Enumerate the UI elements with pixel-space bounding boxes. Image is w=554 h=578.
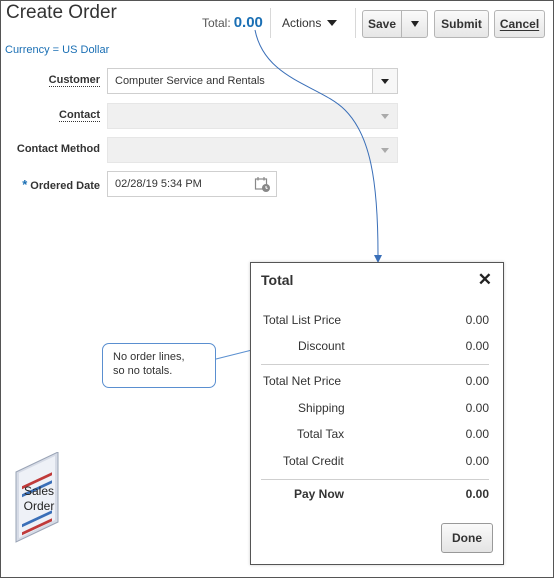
contact-method-dropdown-button[interactable]	[372, 138, 397, 162]
save-button[interactable]: Save	[362, 10, 402, 38]
sales-order-label: Sales Order	[18, 484, 60, 514]
contact-dropdown-button[interactable]	[372, 104, 397, 128]
total-list-price-row: Total List Price 0.00	[261, 313, 489, 329]
chevron-down-icon	[381, 78, 389, 84]
sales-order-label-line: Order	[23, 499, 55, 513]
ordered-date-value: 02/28/19 5:34 PM	[115, 178, 202, 190]
customer-value: Computer Service and Rentals	[115, 75, 265, 87]
contact-label: Contact	[5, 109, 100, 122]
chevron-down-icon	[410, 21, 419, 27]
divider	[261, 364, 489, 365]
customer-label: Customer	[5, 74, 100, 87]
total-label: Total:	[202, 16, 231, 30]
contact-label-text: Contact	[59, 109, 100, 122]
row-value: 0.00	[465, 427, 489, 441]
ordered-date-label-text: Ordered Date	[30, 180, 100, 192]
row-label: Discount	[298, 339, 345, 353]
dialog-title: Total	[261, 272, 294, 288]
row-label: Total List Price	[263, 313, 342, 327]
discount-row: Discount 0.00	[261, 339, 489, 355]
chevron-down-icon	[380, 147, 389, 153]
actions-label: Actions	[282, 16, 322, 30]
currency-info: Currency = US Dollar	[5, 44, 110, 56]
row-label: Shipping	[298, 401, 345, 415]
chevron-down-icon	[327, 20, 338, 26]
callout-line: No order lines,	[113, 351, 185, 363]
row-value: 0.00	[465, 487, 489, 501]
calendar-icon[interactable]	[254, 176, 271, 196]
header-divider	[270, 8, 271, 38]
customer-dropdown-button[interactable]	[372, 69, 397, 93]
header-divider	[355, 8, 356, 38]
required-marker: *	[22, 177, 28, 192]
cancel-button-label: Cancel	[499, 17, 540, 31]
contact-select[interactable]	[107, 103, 398, 129]
sales-order-label-line: Sales	[23, 484, 55, 498]
total-tax-row: Total Tax 0.00	[261, 427, 489, 443]
close-icon[interactable]: ✕	[478, 270, 492, 290]
save-button-label: Save	[367, 17, 397, 31]
callout-line: so no totals.	[113, 365, 173, 377]
row-label: Total Tax	[297, 427, 345, 441]
submit-button-label: Submit	[441, 17, 482, 31]
contact-method-label: Contact Method	[16, 143, 100, 155]
save-options-button[interactable]	[401, 10, 428, 38]
shipping-row: Shipping 0.00	[261, 401, 489, 417]
row-label: Pay Now	[294, 487, 345, 501]
row-value: 0.00	[465, 374, 489, 388]
chevron-down-icon	[380, 113, 389, 119]
actions-menu[interactable]: Actions	[282, 16, 338, 30]
callout-note: No order lines, so no totals.	[102, 343, 216, 388]
done-button[interactable]: Done	[441, 523, 493, 553]
row-value: 0.00	[465, 339, 489, 353]
ordered-date-input[interactable]: 02/28/19 5:34 PM	[107, 171, 277, 197]
submit-button[interactable]: Submit	[434, 10, 489, 38]
row-value: 0.00	[465, 454, 489, 468]
total-value[interactable]: 0.00	[234, 14, 263, 31]
total-net-price-row: Total Net Price 0.00	[261, 374, 489, 390]
order-total: Total: 0.00	[202, 14, 263, 31]
row-value: 0.00	[465, 401, 489, 415]
divider	[261, 479, 489, 480]
row-label: Total Net Price	[263, 374, 342, 388]
page-title: Create Order	[6, 2, 117, 23]
row-value: 0.00	[465, 313, 489, 327]
customer-label-text: Customer	[48, 74, 100, 87]
pay-now-row: Pay Now 0.00	[261, 487, 489, 503]
ordered-date-label: * Ordered Date	[5, 177, 100, 192]
done-button-label: Done	[452, 531, 482, 545]
row-label: Total Credit	[283, 454, 344, 468]
customer-select[interactable]: Computer Service and Rentals	[107, 68, 398, 94]
contact-method-select[interactable]	[107, 137, 398, 163]
cancel-button[interactable]: Cancel	[494, 10, 545, 38]
total-credit-row: Total Credit 0.00	[261, 454, 489, 470]
total-dialog: Total ✕ Total List Price 0.00 Discount 0…	[250, 262, 504, 565]
